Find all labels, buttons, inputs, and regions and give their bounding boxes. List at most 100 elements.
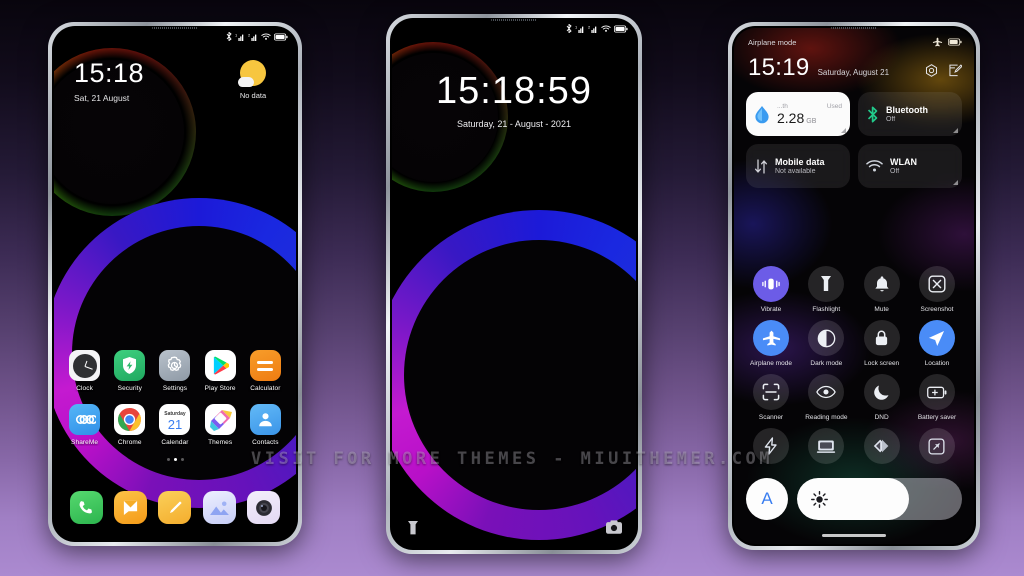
gallery-icon[interactable] <box>202 491 236 524</box>
tile-scanner[interactable]: Scanner <box>744 374 798 421</box>
flashlight-icon[interactable] <box>406 520 420 536</box>
phone-1-date: Sat, 21 August <box>74 93 130 103</box>
tile-quick-ball[interactable] <box>744 428 798 468</box>
phone-2-inner-frame: 1 2 15:18:59 Saturday, 21 - August - 202… <box>390 18 638 550</box>
vibrate-icon <box>753 266 789 302</box>
app-label: Themes <box>208 439 233 446</box>
tile-expand[interactable] <box>910 428 964 468</box>
tile-label: Reading mode <box>805 414 848 421</box>
page-dot[interactable] <box>166 458 170 461</box>
tile-row-4 <box>742 428 966 468</box>
app-label: Chrome <box>117 439 142 446</box>
flashlight-icon <box>808 266 845 302</box>
wlan-tile-text: WLAN Off <box>890 157 954 175</box>
app-row-2: ShareMe Chrome Saturday 21 Calendar Them… <box>54 404 296 446</box>
battery-icon <box>274 32 288 41</box>
tile-cast[interactable] <box>799 428 853 468</box>
page-dot-active[interactable] <box>173 458 177 461</box>
expand-icon <box>918 428 955 464</box>
tile-flashlight[interactable]: Flashlight <box>799 266 853 313</box>
app-themes[interactable]: Themes <box>200 404 240 446</box>
wifi-icon <box>601 25 611 32</box>
tile-expand-corner-icon[interactable] <box>953 180 958 185</box>
app-play-store[interactable]: Play Store <box>200 350 240 392</box>
tile-reading-mode[interactable]: Reading mode <box>799 374 853 421</box>
mobile-data-tile-text: Mobile data Not available <box>775 157 842 175</box>
notes-pencil-icon[interactable] <box>158 491 192 524</box>
phone-2-clock-widget: 15:18:59 Saturday, 21 - August - 2021 <box>392 72 636 129</box>
settings-gear-icon <box>159 350 191 381</box>
bluetooth-icon <box>226 32 232 41</box>
tile-dark-mode[interactable]: Dark mode <box>799 320 853 367</box>
edit-icon[interactable] <box>949 64 962 77</box>
app-row-1: Clock Security Settings Play Store Calcu… <box>54 350 296 392</box>
tile-lock-screen[interactable]: Lock screen <box>855 320 909 367</box>
bluetooth-tile-status: Off <box>886 116 896 123</box>
wlan-tile[interactable]: WLAN Off <box>858 144 962 188</box>
tile-dnd[interactable]: DND <box>855 374 909 421</box>
cast-icon <box>808 428 845 464</box>
app-contacts[interactable]: Contacts <box>245 404 285 446</box>
battery-saver-icon <box>918 374 955 410</box>
mobile-data-tile[interactable]: Mobile data Not available <box>746 144 850 188</box>
page-indicator-dots[interactable] <box>54 458 296 461</box>
mobile-data-tile-status: Not available <box>775 168 816 175</box>
tile-vibrate[interactable]: Vibrate <box>744 266 798 313</box>
control-center: Airplane mode 15:19 Saturday, August 21 <box>734 28 974 544</box>
app-chrome[interactable]: Chrome <box>110 404 150 446</box>
tile-label: Battery saver <box>917 414 957 421</box>
data-usage-labels: ...th Used <box>777 103 842 110</box>
play-store-icon <box>204 350 236 381</box>
tile-battery-saver[interactable]: Battery saver <box>910 374 964 421</box>
water-drop-icon <box>755 105 769 123</box>
tile-airplane-mode[interactable]: Airplane mode <box>744 320 798 367</box>
home-indicator-bar[interactable] <box>822 534 886 537</box>
app-security[interactable]: Security <box>110 350 150 392</box>
earpiece-speaker-icon <box>831 27 877 29</box>
app-clock[interactable]: Clock <box>65 350 105 392</box>
tile-mute[interactable]: Mute <box>855 266 909 313</box>
signal-2-icon: 2 <box>588 24 597 33</box>
airplane-icon <box>753 320 789 356</box>
settings-gear-icon[interactable] <box>925 64 938 77</box>
data-usage-tile[interactable]: ...th Used 2.28 GB <box>746 92 850 136</box>
app-label: Calendar <box>161 439 189 446</box>
lock-icon <box>863 320 900 356</box>
messages-icon[interactable] <box>114 491 148 524</box>
auto-brightness-button[interactable]: A <box>746 478 788 520</box>
app-settings[interactable]: Settings <box>155 350 195 392</box>
brightness-slider[interactable] <box>797 478 962 520</box>
tile-screenshot[interactable]: Screenshot <box>910 266 964 313</box>
phone-2-time: 15:18:59 <box>436 70 592 112</box>
page-dot[interactable] <box>180 458 184 461</box>
bluetooth-tile[interactable]: Bluetooth Off <box>858 92 962 136</box>
weather-widget[interactable]: No data <box>226 60 280 100</box>
app-calculator[interactable]: Calculator <box>245 350 285 392</box>
tile-expand-corner-icon[interactable] <box>953 128 958 133</box>
data-usage-value: 2.28 <box>777 109 805 126</box>
phone-device-2: 1 2 15:18:59 Saturday, 21 - August - 202… <box>386 14 642 554</box>
signal-1-icon: 1 <box>235 32 244 41</box>
earpiece-speaker-icon <box>152 27 198 29</box>
wallpaper-large-sphere <box>392 210 636 540</box>
quick-ball-icon <box>753 428 789 464</box>
phone-icon[interactable] <box>69 491 103 524</box>
phone-3-time: 15:19 <box>748 54 810 81</box>
tile-sync[interactable] <box>855 428 909 468</box>
app-calendar[interactable]: Saturday 21 Calendar <box>155 404 195 446</box>
camera-icon[interactable] <box>247 491 281 524</box>
wifi-icon <box>866 159 883 172</box>
tile-location[interactable]: Location <box>910 320 964 367</box>
calendar-day-name: Saturday <box>164 410 186 417</box>
tile-expand-corner-icon[interactable] <box>841 128 846 133</box>
battery-icon <box>948 38 962 46</box>
battery-icon <box>614 24 628 33</box>
phone-1-inner-frame: 1 2 15:18 Sat, 21 August No data Clock S… <box>52 26 298 542</box>
camera-icon[interactable] <box>606 520 622 535</box>
brightness-icon <box>811 490 828 508</box>
app-shareme[interactable]: ShareMe <box>65 404 105 446</box>
bluetooth-icon <box>867 106 878 122</box>
svg-text:1: 1 <box>575 24 578 29</box>
phone-2-screen: 1 2 15:18:59 Saturday, 21 - August - 202… <box>392 20 636 548</box>
phone-1-status-bar: 1 2 <box>226 32 288 41</box>
